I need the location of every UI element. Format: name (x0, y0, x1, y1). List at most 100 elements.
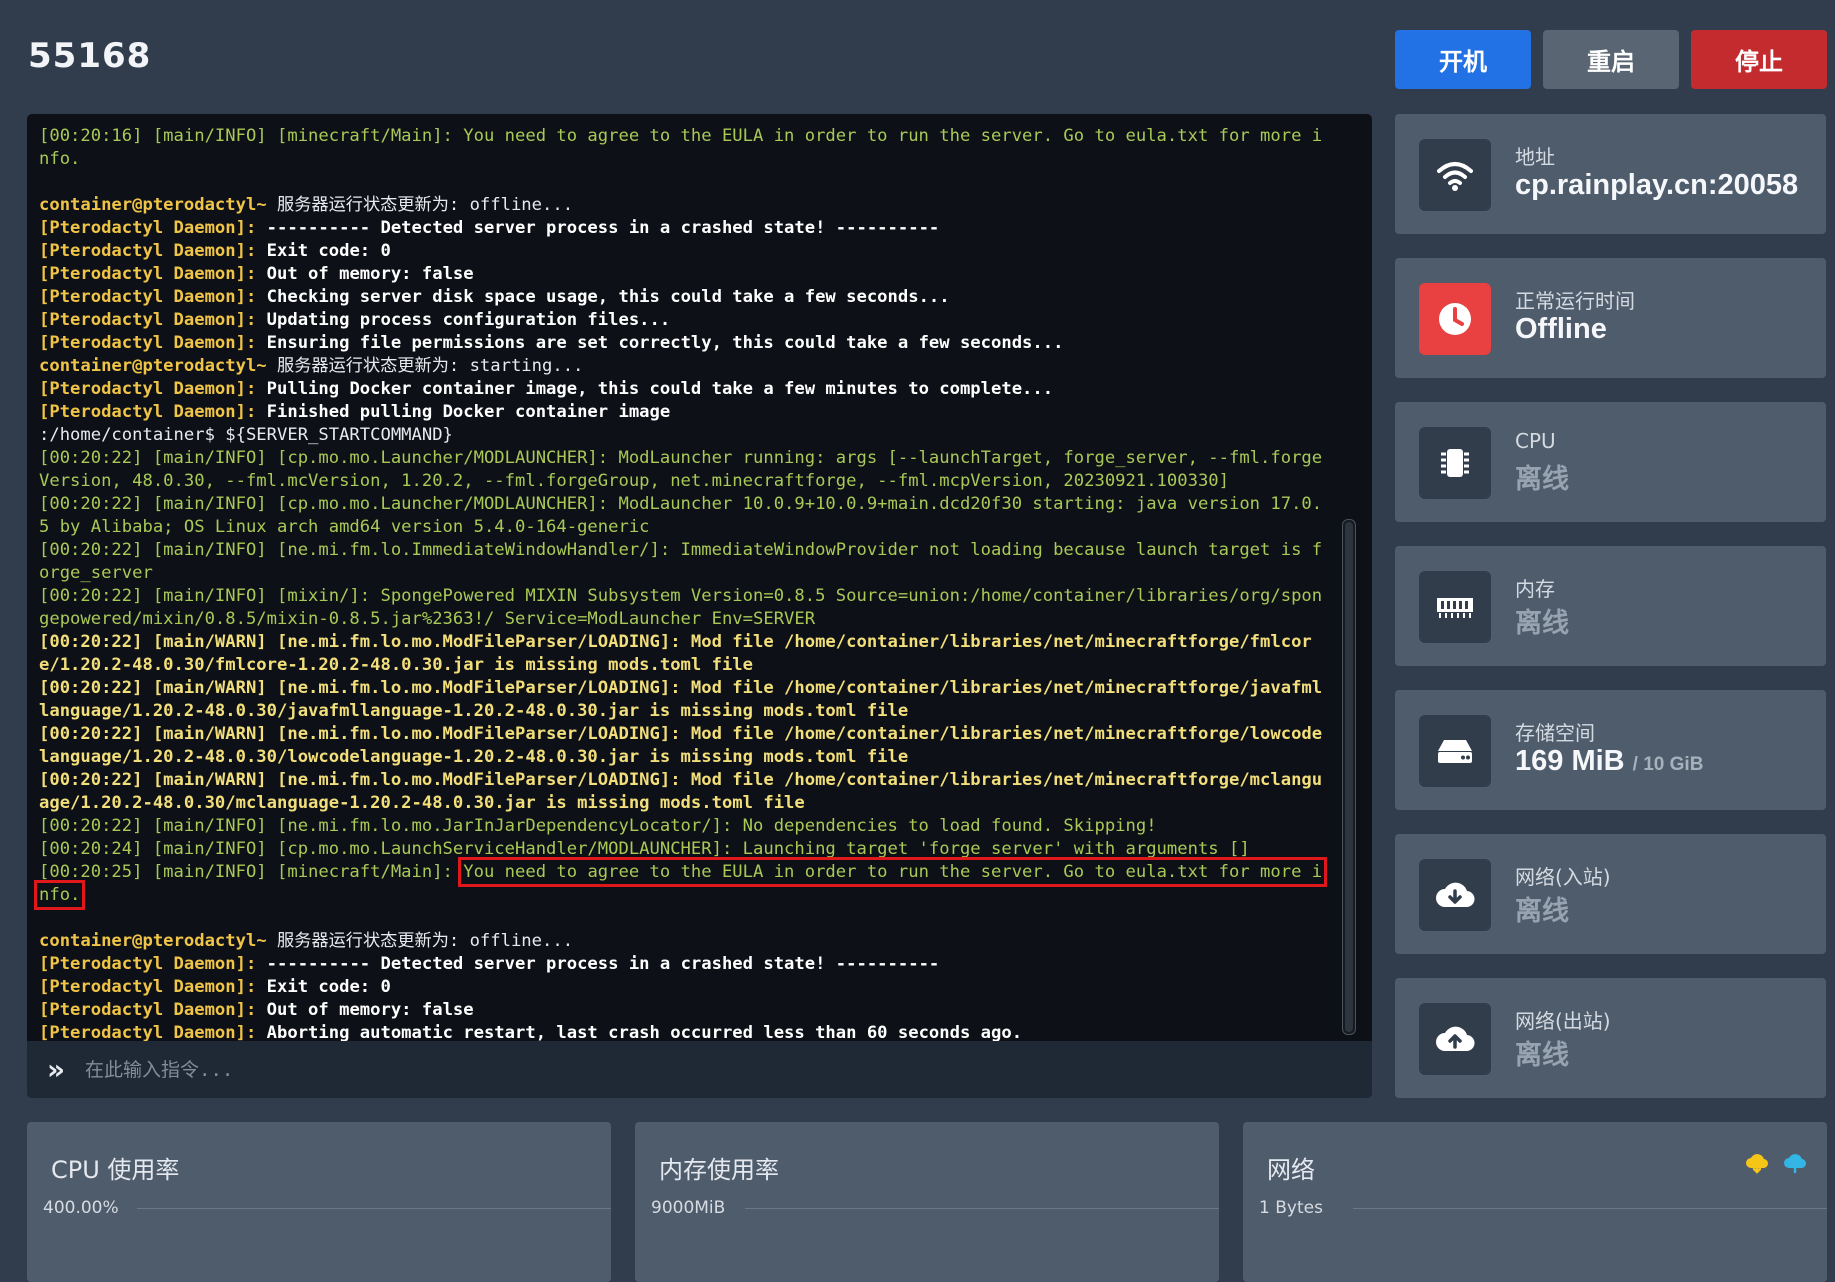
console-text: [Pterodactyl Daemon]: (39, 241, 267, 261)
console-text: container@pterodactyl~ (39, 356, 277, 376)
console-text: [Pterodactyl Daemon]: (39, 287, 267, 307)
stat-card-memory: 内存 离线 (1395, 546, 1826, 666)
console-text: 服务器运行状态更新为: offline... (277, 195, 574, 215)
cpu-label: CPU (1515, 429, 1556, 453)
console-text: Out of memory: false (266, 264, 474, 284)
console-text: [00:20:25] [main/INFO] [minecraft/Main]: (39, 862, 464, 882)
clock-icon (1419, 283, 1491, 355)
cpu-usage-panel: CPU 使用率 400.00% (27, 1122, 611, 1282)
console-line: [Pterodactyl Daemon]: ---------- Detecte… (39, 217, 1332, 240)
cpu-usage-title: CPU 使用率 (51, 1156, 180, 1184)
restart-button[interactable]: 重启 (1543, 30, 1679, 89)
stop-button[interactable]: 停止 (1691, 30, 1827, 89)
console-text: [00:20:22] [main/INFO] [mixin/]: SpongeP… (39, 586, 1323, 629)
console-text: Updating process configuration files... (266, 310, 671, 330)
console-text: Finished pulling Docker container image (266, 402, 671, 422)
console-line: [Pterodactyl Daemon]: Ensuring file perm… (39, 332, 1332, 355)
console-output: [00:20:16] [main/INFO] [minecraft/Main]:… (33, 125, 1332, 1045)
console-text: [Pterodactyl Daemon]: (39, 1000, 267, 1020)
console-line: [00:20:24] [main/INFO] [cp.mo.mo.LaunchS… (39, 838, 1332, 861)
console-line: container@pterodactyl~ 服务器运行状态更新为: offli… (39, 194, 1332, 217)
console-text: Aborting automatic restart, last crash o… (266, 1023, 1023, 1043)
network-in-value: 离线 (1515, 896, 1569, 926)
storage-total: / 10 GiB (1632, 754, 1704, 775)
uptime-label: 正常运行时间 (1515, 289, 1635, 313)
console-text: Out of memory: false (266, 1000, 474, 1020)
cloud-download-legend-icon[interactable] (1745, 1152, 1769, 1178)
uptime-value: Offline (1515, 313, 1607, 345)
console-text: [00:20:22] [main/INFO] [cp.mo.mo.Launche… (39, 448, 1323, 491)
console-text: [Pterodactyl Daemon]: (39, 379, 267, 399)
storage-label: 存储空间 (1515, 721, 1595, 745)
memory-label: 内存 (1515, 577, 1555, 601)
console-line: [Pterodactyl Daemon]: ---------- Detecte… (39, 953, 1332, 976)
stat-card-cpu: CPU 离线 (1395, 402, 1826, 522)
stat-card-network-in: 网络(入站) 离线 (1395, 834, 1826, 954)
cpu-usage-gridline (137, 1208, 611, 1209)
console-text: Checking server disk space usage, this c… (266, 287, 950, 307)
console-scrollbar[interactable] (1342, 519, 1356, 1035)
wifi-icon (1419, 139, 1491, 211)
console-line: [00:20:16] [main/INFO] [minecraft/Main]:… (39, 125, 1332, 171)
console-text: [00:20:22] [main/INFO] [ne.mi.fm.lo.Imme… (39, 540, 1323, 583)
console-text: container@pterodactyl~ (39, 931, 277, 951)
console-text: [Pterodactyl Daemon]: (39, 264, 267, 284)
network-title: 网络 (1267, 1156, 1315, 1184)
server-title: 55168 (28, 36, 152, 76)
cpu-value: 离线 (1515, 464, 1569, 494)
console-text: container@pterodactyl~ (39, 195, 277, 215)
console-line: [00:20:22] [main/INFO] [cp.mo.mo.Launche… (39, 493, 1332, 539)
stat-card-address: 地址 cp.rainplay.cn:20058 (1395, 114, 1826, 234)
cloud-upload-legend-icon[interactable] (1783, 1152, 1807, 1178)
console-line: [Pterodactyl Daemon]: Finished pulling D… (39, 401, 1332, 424)
memory-value: 离线 (1515, 608, 1569, 638)
console-text: [Pterodactyl Daemon]: (39, 218, 267, 238)
chevrons-right-icon: » (47, 1052, 66, 1086)
network-out-value: 离线 (1515, 1040, 1569, 1070)
console-line: [Pterodactyl Daemon]: Exit code: 0 (39, 976, 1332, 999)
storage-used: 169 MiB (1515, 745, 1625, 777)
memory-usage-gridline (745, 1208, 1219, 1209)
console-line: [00:20:22] [main/INFO] [ne.mi.fm.lo.Imme… (39, 539, 1332, 585)
console-text: [00:20:22] [main/WARN] [ne.mi.fm.lo.mo.M… (39, 678, 1323, 721)
memory-usage-title: 内存使用率 (659, 1156, 779, 1184)
start-button[interactable]: 开机 (1395, 30, 1531, 89)
console-text: [00:20:22] [main/INFO] [cp.mo.mo.Launche… (39, 494, 1323, 537)
console-text: 服务器运行状态更新为: starting... (277, 356, 584, 376)
console-text: :/home/container$ ${SERVER_STARTCOMMAND} (39, 425, 453, 445)
console-text: [00:20:22] [main/WARN] [ne.mi.fm.lo.mo.M… (39, 770, 1323, 813)
console-text: [Pterodactyl Daemon]: (39, 954, 267, 974)
cpu-chip-icon (1419, 427, 1491, 499)
console-text: [Pterodactyl Daemon]: (39, 333, 267, 353)
cloud-upload-icon (1419, 1003, 1491, 1075)
network-gridline (1353, 1208, 1827, 1209)
address-value[interactable]: cp.rainplay.cn:20058 (1515, 169, 1798, 202)
memory-icon (1419, 571, 1491, 643)
console-text: Ensuring file permissions are set correc… (266, 333, 1064, 353)
console-text: [00:20:22] [main/WARN] [ne.mi.fm.lo.mo.M… (39, 724, 1323, 767)
stat-card-storage: 存储空间 169 MiB / 10 GiB (1395, 690, 1826, 810)
stat-card-network-out: 网络(出站) 离线 (1395, 978, 1826, 1098)
hard-drive-icon (1419, 715, 1491, 787)
console-line: [Pterodactyl Daemon]: Pulling Docker con… (39, 378, 1332, 401)
console-scroll-thumb[interactable] (1345, 522, 1353, 1032)
network-panel: 网络 1 Bytes (1243, 1122, 1827, 1282)
console-line: [00:20:22] [main/INFO] [cp.mo.mo.Launche… (39, 447, 1332, 493)
command-input[interactable] (83, 1048, 1372, 1091)
console-panel: [00:20:16] [main/INFO] [minecraft/Main]:… (27, 114, 1372, 1098)
storage-value: 169 MiB / 10 GiB (1515, 745, 1703, 778)
console-text: ---------- Detected server process in a … (266, 218, 940, 238)
network-out-label: 网络(出站) (1515, 1009, 1611, 1033)
console-text: [00:20:22] [main/INFO] [ne.mi.fm.lo.mo.J… (39, 816, 1157, 836)
console-line: [00:20:25] [main/INFO] [minecraft/Main]:… (33, 857, 1332, 910)
console-text: [00:20:16] [main/INFO] [minecraft/Main]:… (39, 126, 1323, 169)
memory-usage-axis-label: 9000MiB (651, 1198, 726, 1218)
console-text: ---------- Detected server process in a … (266, 954, 940, 974)
console-text: [Pterodactyl Daemon]: (39, 402, 267, 422)
console-text: [Pterodactyl Daemon]: (39, 1023, 267, 1043)
console-line: [00:20:22] [main/INFO] [mixin/]: SpongeP… (39, 585, 1332, 631)
network-axis-label: 1 Bytes (1259, 1198, 1323, 1218)
network-legend (1745, 1152, 1807, 1178)
console-line: [00:20:22] [main/WARN] [ne.mi.fm.lo.mo.M… (39, 723, 1332, 769)
console-text: [Pterodactyl Daemon]: (39, 977, 267, 997)
